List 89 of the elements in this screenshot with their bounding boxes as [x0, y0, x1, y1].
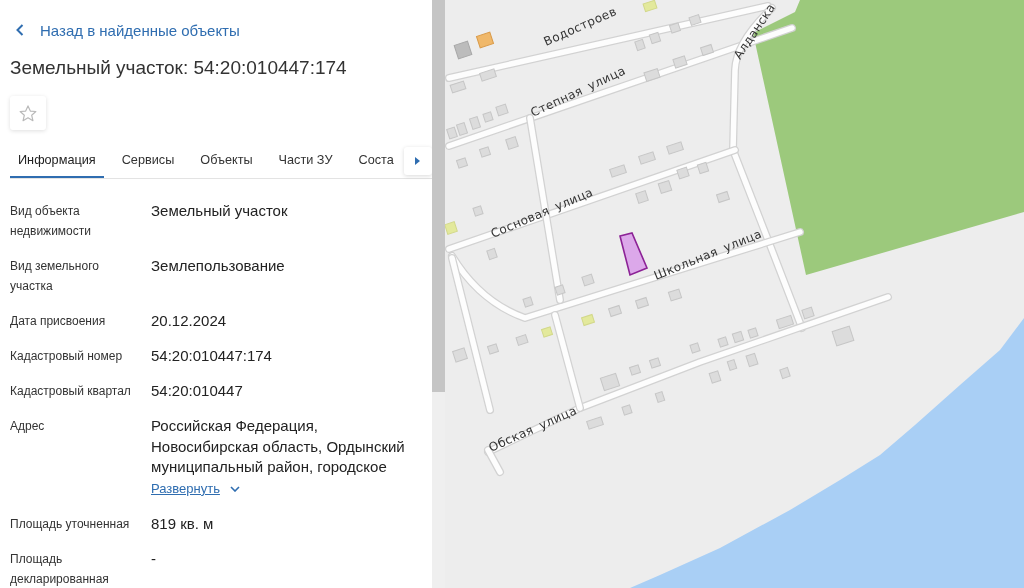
building-footprint [689, 342, 701, 354]
building-footprint [456, 122, 468, 136]
building-footprint [456, 157, 468, 169]
tab[interactable]: Информация [10, 144, 104, 178]
building-footprint [831, 325, 855, 347]
expand-link[interactable]: Развернуть [151, 478, 240, 499]
tab[interactable]: Части ЗУ [270, 144, 341, 178]
building-footprint [708, 370, 722, 384]
building-footprint [479, 68, 497, 82]
building-footprint [479, 146, 491, 158]
building-footprint [634, 39, 646, 51]
property-value: Земельный участок [151, 201, 288, 221]
building-footprint [469, 116, 481, 130]
building-footprint [635, 190, 649, 204]
building-footprint [635, 297, 649, 309]
building-footprint [654, 391, 666, 403]
building-footprint [643, 68, 661, 82]
building-footprint [667, 288, 683, 302]
building-footprint [642, 0, 658, 13]
building-footprint [621, 404, 633, 416]
scrollbar-thumb[interactable] [432, 0, 445, 392]
building-footprint [696, 161, 710, 175]
building-footprint [472, 205, 484, 217]
building-footprint [505, 136, 519, 150]
building-footprint [779, 367, 791, 379]
building-footprint [672, 55, 688, 69]
building-footprint [731, 330, 745, 344]
tabs-scroll-button[interactable] [403, 147, 432, 175]
property-label: Площадь декларированная [10, 550, 110, 588]
back-link[interactable]: Назад в найденные объекты [10, 20, 240, 40]
building-footprint [476, 31, 494, 49]
building-footprint [745, 352, 759, 368]
tab[interactable]: Сервисы [113, 144, 183, 178]
building-footprint [581, 314, 595, 326]
building-footprint [452, 347, 468, 363]
building-footprint [554, 284, 566, 296]
property-label: Вид объекта недвижимости [10, 203, 92, 240]
chevron-left-icon [16, 24, 24, 36]
building-footprint [482, 111, 494, 123]
building-footprint [700, 44, 714, 56]
building-footprint [599, 372, 621, 392]
building-footprint [666, 141, 684, 155]
building-footprint [487, 343, 499, 355]
property-label: Площадь уточненная [10, 515, 131, 533]
building-footprint [801, 306, 815, 320]
building-footprint [648, 31, 662, 45]
tab[interactable]: Соста [350, 144, 394, 178]
scrollbar-track[interactable] [432, 0, 445, 588]
building-footprint [657, 180, 673, 194]
property-value: - [151, 548, 156, 569]
building-footprint [586, 416, 604, 430]
building-footprint [776, 314, 794, 330]
land-parcel[interactable] [619, 232, 649, 277]
property-label: Кадастровый номер [10, 348, 124, 365]
building-footprint [581, 273, 595, 287]
building-footprint [486, 248, 498, 260]
building-footprint [638, 151, 656, 165]
page-title: Земельный участок: 54:20:010447:174 [10, 56, 348, 80]
property-value: Российская Федерация, Новосибирская область, Ордынский муниципальный район, городское [151, 416, 406, 477]
building-footprint [726, 359, 738, 371]
building-footprint [717, 336, 729, 348]
building-footprint [716, 191, 730, 203]
favorite-button[interactable] [10, 96, 46, 130]
building-footprint [515, 334, 529, 346]
property-value: Землепользование [151, 256, 285, 276]
tab[interactable]: Объекты [192, 144, 261, 178]
building-footprint [449, 80, 467, 94]
building-footprint [608, 305, 622, 317]
building-footprint [669, 22, 681, 34]
building-footprint [649, 357, 661, 369]
property-label: Кадастровый квартал [10, 383, 132, 400]
building-footprint [453, 40, 473, 60]
building-footprint [609, 164, 627, 178]
property-value: 54:20:010447 [151, 381, 243, 401]
chevron-down-icon [229, 485, 240, 492]
property-value: 819 кв. м [151, 513, 214, 534]
property-value: 54:20:010447:174 [151, 346, 272, 366]
property-label: Адрес [10, 418, 46, 435]
property-label: Дата присвоения [10, 313, 107, 330]
property-value: 20.12.2024 [151, 311, 227, 331]
building-footprint [676, 166, 690, 180]
building-footprint [688, 14, 702, 26]
building-footprint [541, 326, 553, 338]
building-footprint [747, 327, 759, 339]
caret-right-icon [415, 157, 421, 165]
building-footprint [495, 103, 509, 117]
building-footprint [629, 364, 641, 376]
property-label: Вид земельного участка [10, 258, 100, 295]
building-footprint [522, 296, 534, 308]
